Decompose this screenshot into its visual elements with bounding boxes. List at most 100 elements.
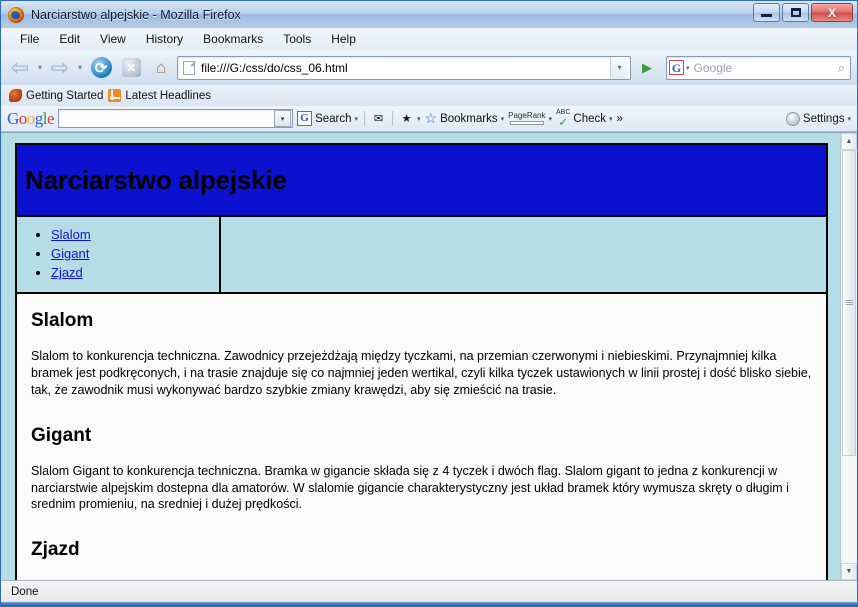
google-toolbar-settings-button[interactable]: Settings ▾ <box>785 111 851 126</box>
menu-item-bookmarks[interactable]: Bookmarks <box>194 30 272 48</box>
google-toolbar: Google ▾ G Search ▾ ✉ ★ ▾ ☆ Bookmarks ▾ … <box>1 106 857 132</box>
google-toolbar-spellcheck-button[interactable]: ABC ✓ Check ▾ <box>556 109 613 128</box>
reload-button[interactable]: ⟳ <box>87 54 115 82</box>
address-bar-value[interactable]: file:///G:/css/do/css_06.html <box>201 61 610 75</box>
nav-link-slalom[interactable]: Slalom <box>51 227 91 242</box>
menu-item-history[interactable]: History <box>137 30 192 48</box>
google-toolbar-settings-label: Settings <box>802 112 845 125</box>
reload-icon: ⟳ <box>90 57 112 78</box>
scrollbar-track[interactable] <box>841 150 857 563</box>
maximize-icon <box>790 8 801 17</box>
search-engine-dropdown-icon[interactable]: ▾ <box>686 64 690 72</box>
bookmark-getting-started[interactable]: Getting Started <box>9 89 103 102</box>
bookmark-latest-headlines[interactable]: Latest Headlines <box>108 89 211 102</box>
address-bar-dropdown-icon[interactable]: ▾ <box>610 56 628 79</box>
forward-arrow-icon[interactable]: ⇨ <box>47 55 73 81</box>
menu-item-edit[interactable]: Edit <box>50 30 89 48</box>
scroll-up-button[interactable]: ▲ <box>841 133 857 150</box>
firefox-logo-icon <box>8 6 24 23</box>
home-button[interactable]: ⌂ <box>147 54 175 82</box>
browser-viewport: Narciarstwo alpejskie Slalom Gigant Zjaz… <box>1 132 857 580</box>
scroll-down-button[interactable]: ▼ <box>841 563 857 580</box>
close-button[interactable]: X <box>811 3 853 22</box>
address-bar[interactable]: file:///G:/css/do/css_06.html ▾ <box>177 55 631 80</box>
window-bottom-edge <box>1 602 857 606</box>
gmail-icon[interactable]: ✉ <box>371 111 386 126</box>
minimize-icon <box>761 14 772 17</box>
chevron-down-icon[interactable]: ▾ <box>501 115 505 123</box>
chevron-down-icon[interactable]: ▾ <box>355 115 359 123</box>
site-navigation: Slalom Gigant Zjazd <box>17 217 221 292</box>
web-page: Narciarstwo alpejskie Slalom Gigant Zjaz… <box>1 133 840 580</box>
list-item: Slalom <box>51 226 219 244</box>
search-bar[interactable]: G ▾ Google ⌕ <box>666 55 851 80</box>
maximize-button[interactable] <box>782 3 809 22</box>
menu-item-tools[interactable]: Tools <box>274 30 320 48</box>
google-logo-o2: o <box>26 108 36 128</box>
window-title: Narciarstwo alpejskie - Mozilla Firefox <box>31 7 241 22</box>
google-toolbar-bookmarks-button[interactable]: ☆ Bookmarks ▾ <box>425 110 505 127</box>
scrollbar-thumb[interactable] <box>842 150 856 456</box>
pagerank-label: PageRank <box>508 111 546 120</box>
rss-feed-icon <box>108 89 122 102</box>
page-icon <box>183 60 195 75</box>
firefox-bookmark-icon <box>9 89 22 102</box>
search-icon[interactable]: ⌕ <box>838 60 845 76</box>
chevron-down-icon[interactable]: ▾ <box>549 115 553 123</box>
list-item: Gigant <box>51 245 219 263</box>
section-body-slalom: Slalom to konkurencja techniczna. Zawodn… <box>31 349 812 397</box>
go-button[interactable]: ▶ <box>635 56 659 80</box>
google-g-icon[interactable]: G <box>669 60 684 75</box>
list-item: Zjazd <box>51 264 219 282</box>
back-dropdown-icon[interactable]: ▾ <box>35 63 45 72</box>
window-controls: X <box>753 3 853 22</box>
google-logo: Google <box>7 108 55 129</box>
minimize-button[interactable] <box>753 3 780 22</box>
google-logo-o1: o <box>18 108 28 128</box>
site-header: Narciarstwo alpejskie <box>17 145 826 217</box>
title-bar: Narciarstwo alpejskie - Mozilla Firefox … <box>1 1 857 28</box>
section-heading-slalom: Slalom <box>31 310 94 331</box>
vertical-scrollbar[interactable]: ▲ ▼ <box>840 133 857 580</box>
forward-dropdown-icon[interactable]: ▾ <box>75 63 85 72</box>
settings-circle-icon <box>785 111 800 126</box>
navigation-toolbar: ⇦ ▾ ⇨ ▾ ⟳ ✕ ⌂ file:///G:/css/do/css_06.h… <box>1 50 857 85</box>
google-logo-g1: G <box>7 108 19 128</box>
section-heading-zjazd: Zjazd <box>31 539 80 561</box>
toolbar-divider <box>364 111 366 126</box>
page-content: Slalom Slalom to konkurencja techniczna.… <box>17 294 826 580</box>
google-toolbar-search-button[interactable]: G Search ▾ <box>297 111 358 126</box>
google-toolbar-search-input[interactable]: ▾ <box>58 109 294 128</box>
menu-item-view[interactable]: View <box>91 30 135 48</box>
nav-filler <box>221 217 826 292</box>
menu-item-help[interactable]: Help <box>322 30 365 48</box>
google-toolbar-bookmarks-label: Bookmarks <box>440 112 498 125</box>
abc-check-icon: ABC ✓ <box>556 109 571 129</box>
google-toolbar-share-button[interactable]: ★ ▾ <box>399 111 421 126</box>
chevron-down-icon[interactable]: ▾ <box>417 115 421 123</box>
chevron-down-icon[interactable]: ▾ <box>609 115 613 123</box>
bookmarks-toolbar: Getting Started Latest Headlines <box>1 85 857 106</box>
nav-link-gigant[interactable]: Gigant <box>51 246 89 261</box>
status-text: Done <box>11 585 39 598</box>
nav-link-zjazd[interactable]: Zjazd <box>51 265 83 280</box>
menu-item-file[interactable]: File <box>11 30 48 48</box>
google-toolbar-pagerank[interactable]: PageRank ▾ <box>508 112 552 125</box>
bookmark-latest-headlines-label: Latest Headlines <box>125 89 212 102</box>
menu-bar: File Edit View History Bookmarks Tools H… <box>1 28 857 50</box>
pagerank-bar <box>509 121 544 125</box>
home-icon: ⌂ <box>155 57 167 77</box>
google-toolbar-overflow-button[interactable]: » <box>617 113 623 125</box>
google-toolbar-search-dropdown-icon[interactable]: ▾ <box>274 110 292 127</box>
stop-icon: ✕ <box>121 58 141 77</box>
nav-list: Slalom Gigant Zjazd <box>51 226 219 282</box>
back-arrow-icon[interactable]: ⇦ <box>7 55 33 81</box>
stop-button[interactable]: ✕ <box>117 54 145 82</box>
scrollbar-grip-icon <box>845 299 853 306</box>
google-g-icon: G <box>297 111 313 126</box>
google-toolbar-search-label: Search <box>315 112 352 125</box>
chevron-down-icon[interactable]: ▾ <box>847 115 851 123</box>
search-input[interactable]: Google <box>694 61 838 75</box>
google-logo-e: e <box>47 108 55 128</box>
